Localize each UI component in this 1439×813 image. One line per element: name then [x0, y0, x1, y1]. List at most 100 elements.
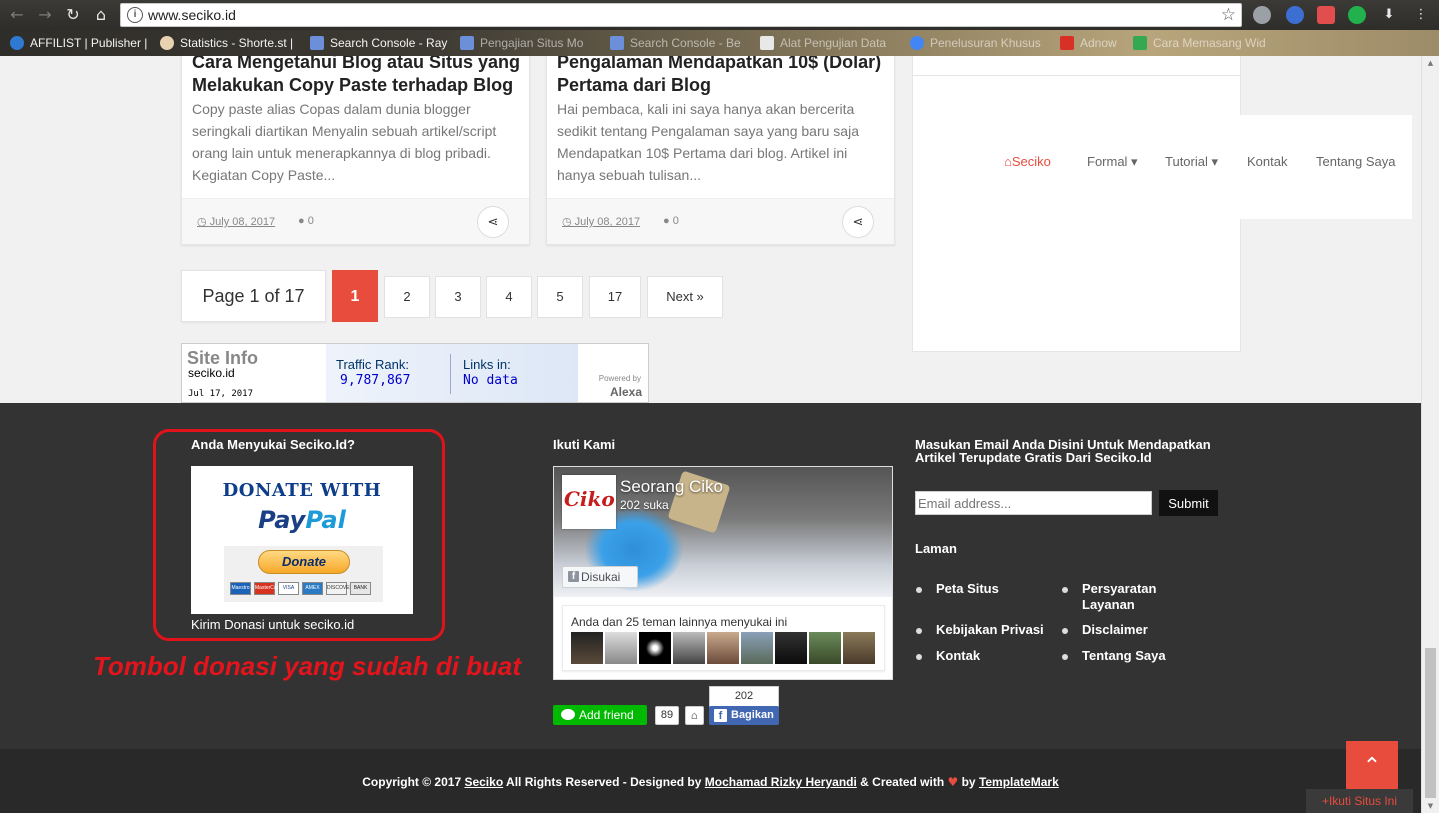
post-date[interactable]: ◷ July 08, 2017: [562, 215, 640, 228]
bookmark-item[interactable]: Adnow: [1060, 35, 1117, 51]
laman-title: Laman: [915, 541, 957, 556]
avatar[interactable]: [809, 632, 841, 664]
back-arrow-icon[interactable]: ←: [6, 4, 28, 26]
avatar[interactable]: [741, 632, 773, 664]
address-bar[interactable]: i www.seciko.id ☆: [120, 3, 1242, 27]
bookmark-item[interactable]: Alat Pengujian Data: [760, 35, 886, 51]
bookmark-item[interactable]: Search Console - Be: [610, 35, 741, 51]
bookmark-item[interactable]: Cara Memasang Wid: [1133, 35, 1266, 51]
pagination-page[interactable]: 17: [589, 276, 641, 318]
footer-link-peta-situs[interactable]: Peta Situs: [916, 581, 999, 597]
facebook-page-widget[interactable]: Ciko Seorang Ciko 202 suka Disukai Anda …: [553, 466, 893, 680]
bookmark-star-icon[interactable]: ☆: [1221, 5, 1236, 25]
web-page: Cara Mengetahui Blog atau Situs yang Mel…: [0, 56, 1439, 813]
scroll-down-icon[interactable]: ▼: [1422, 799, 1439, 813]
pagination-label: Page 1 of 17: [181, 270, 326, 322]
footer-link-persyaratan-layanan[interactable]: Persyaratan Layanan: [1062, 581, 1192, 613]
avatar[interactable]: [843, 632, 875, 664]
pagination-page[interactable]: 3: [435, 276, 481, 318]
email-input[interactable]: [915, 491, 1152, 515]
extension-icon[interactable]: [1348, 6, 1366, 24]
donate-headline: DONATE WITH: [222, 480, 382, 501]
designer-link[interactable]: Mochamad Rizky Heryandi: [705, 775, 857, 789]
footer-link-kebijakan-privasi[interactable]: Kebijakan Privasi: [916, 622, 1044, 638]
friends-like-box: Anda dan 25 teman lainnya menyukai ini: [562, 605, 885, 671]
page-logo[interactable]: Ciko: [562, 475, 616, 529]
site-link[interactable]: Seciko: [464, 775, 503, 789]
scroll-to-top-button[interactable]: ⌃: [1346, 741, 1398, 793]
avatar[interactable]: [707, 632, 739, 664]
post-card[interactable]: Cara Mengetahui Blog atau Situs yang Mel…: [181, 56, 530, 245]
bookmark-item[interactable]: AFFILIST | Publisher |: [10, 35, 147, 51]
nav-item-tentang-saya[interactable]: Tentang Saya: [1316, 154, 1396, 169]
pagination-page[interactable]: 5: [537, 276, 583, 318]
pagination-next[interactable]: Next »: [647, 276, 723, 318]
forward-arrow-icon[interactable]: →: [34, 4, 56, 26]
menu-icon[interactable]: ⋮: [1410, 4, 1432, 26]
line-home-icon[interactable]: ⌂: [685, 706, 704, 725]
post-comments[interactable]: ● 0: [298, 215, 314, 227]
post-comments[interactable]: ● 0: [663, 215, 679, 227]
page-scrollbar[interactable]: ▲ ▼: [1421, 56, 1439, 813]
bookmark-item[interactable]: Statistics - Shorte.st |: [160, 35, 293, 51]
bookmark-item[interactable]: Pengajian Situs Mo: [460, 35, 583, 51]
scrollbar-thumb[interactable]: [1425, 648, 1436, 798]
footer-link-kontak[interactable]: Kontak: [915, 648, 980, 664]
extension-icon[interactable]: [1317, 6, 1335, 24]
donate-button-area: Donate Maestro MasterCard VISA AMEX DISC…: [224, 546, 383, 602]
nav-item-tutorial[interactable]: Tutorial ▾: [1165, 154, 1218, 170]
post-title[interactable]: Pengalaman Mendapatkan 10$ (Dolar) Perta…: [557, 56, 887, 97]
pagination-page[interactable]: 2: [384, 276, 430, 318]
footer-link-disclaimer[interactable]: Disclaimer: [1062, 622, 1148, 638]
nav-item-home[interactable]: ⌂Seciko: [1004, 154, 1051, 169]
heart-icon: ♥: [947, 775, 959, 789]
follow-title: Ikuti Kami: [553, 437, 616, 452]
avatar[interactable]: [639, 632, 671, 664]
post-excerpt: Hai pembaca, kali ini saya hanya akan be…: [557, 101, 859, 183]
pagination-page[interactable]: 4: [486, 276, 532, 318]
traffic-rank-label: Traffic Rank:: [336, 357, 409, 372]
scroll-up-icon[interactable]: ▲: [1422, 56, 1439, 70]
bookmark-favicon-icon: [160, 36, 174, 50]
post-date[interactable]: ◷ July 08, 2017: [197, 215, 275, 228]
footer-link-tentang-saya[interactable]: Tentang Saya: [1062, 648, 1166, 664]
facebook-page-name[interactable]: Seorang Ciko: [620, 477, 723, 497]
avatar[interactable]: [605, 632, 637, 664]
nav-item-formal[interactable]: Formal ▾: [1087, 154, 1138, 170]
paypal-donate-widget[interactable]: DONATE WITH PayPal Donate Maestro Master…: [191, 466, 413, 614]
bookmark-item[interactable]: Penelusuran Khusus: [910, 35, 1041, 51]
post-title[interactable]: Cara Mengetahui Blog atau Situs yang Mel…: [192, 56, 522, 97]
links-in-label: Links in:: [463, 357, 511, 372]
nav-item-kontak[interactable]: Kontak: [1247, 154, 1287, 169]
extension-icon[interactable]: [1253, 6, 1271, 24]
browser-toolbar: ← → ↻ ⌂ i www.seciko.id ☆ ⬇ ⋮: [0, 0, 1439, 30]
facebook-like-count: 202 suka: [620, 498, 669, 512]
avatar[interactable]: [775, 632, 807, 664]
download-icon[interactable]: ⬇: [1378, 4, 1400, 26]
site-info-icon[interactable]: i: [127, 7, 143, 23]
liked-button[interactable]: Disukai: [562, 566, 638, 588]
templatemark-link[interactable]: TemplateMark: [979, 775, 1059, 789]
avatar[interactable]: [571, 632, 603, 664]
discover-card-icon: DISCOVER: [326, 582, 353, 595]
bookmark-favicon-icon: [610, 36, 624, 50]
bookmark-item[interactable]: Search Console - Ray: [310, 35, 447, 51]
reload-icon[interactable]: ↻: [62, 4, 84, 26]
donate-button[interactable]: Donate: [258, 550, 350, 574]
follow-site-button[interactable]: +Ikuti Situs Ini: [1306, 789, 1413, 813]
alexa-site-info-widget[interactable]: Site Info seciko.id Jul 17, 2017 Traffic…: [181, 343, 649, 403]
share-icon[interactable]: ⋖: [842, 206, 874, 238]
extension-icon[interactable]: [1286, 6, 1304, 24]
submit-button[interactable]: Submit: [1159, 490, 1218, 516]
facebook-share-button[interactable]: Bagikan: [709, 706, 779, 725]
pagination-page-current[interactable]: 1: [332, 270, 378, 322]
url-text[interactable]: www.seciko.id: [148, 7, 236, 23]
facebook-share-count: 202: [709, 686, 779, 707]
line-add-friend-button[interactable]: Add friend: [553, 705, 647, 725]
bookmark-favicon-icon: [460, 36, 474, 50]
maestro-card-icon: Maestro: [230, 582, 251, 595]
home-icon[interactable]: ⌂: [90, 4, 112, 26]
avatar[interactable]: [673, 632, 705, 664]
share-icon[interactable]: ⋖: [477, 206, 509, 238]
post-card[interactable]: Pengalaman Mendapatkan 10$ (Dolar) Perta…: [546, 56, 895, 245]
